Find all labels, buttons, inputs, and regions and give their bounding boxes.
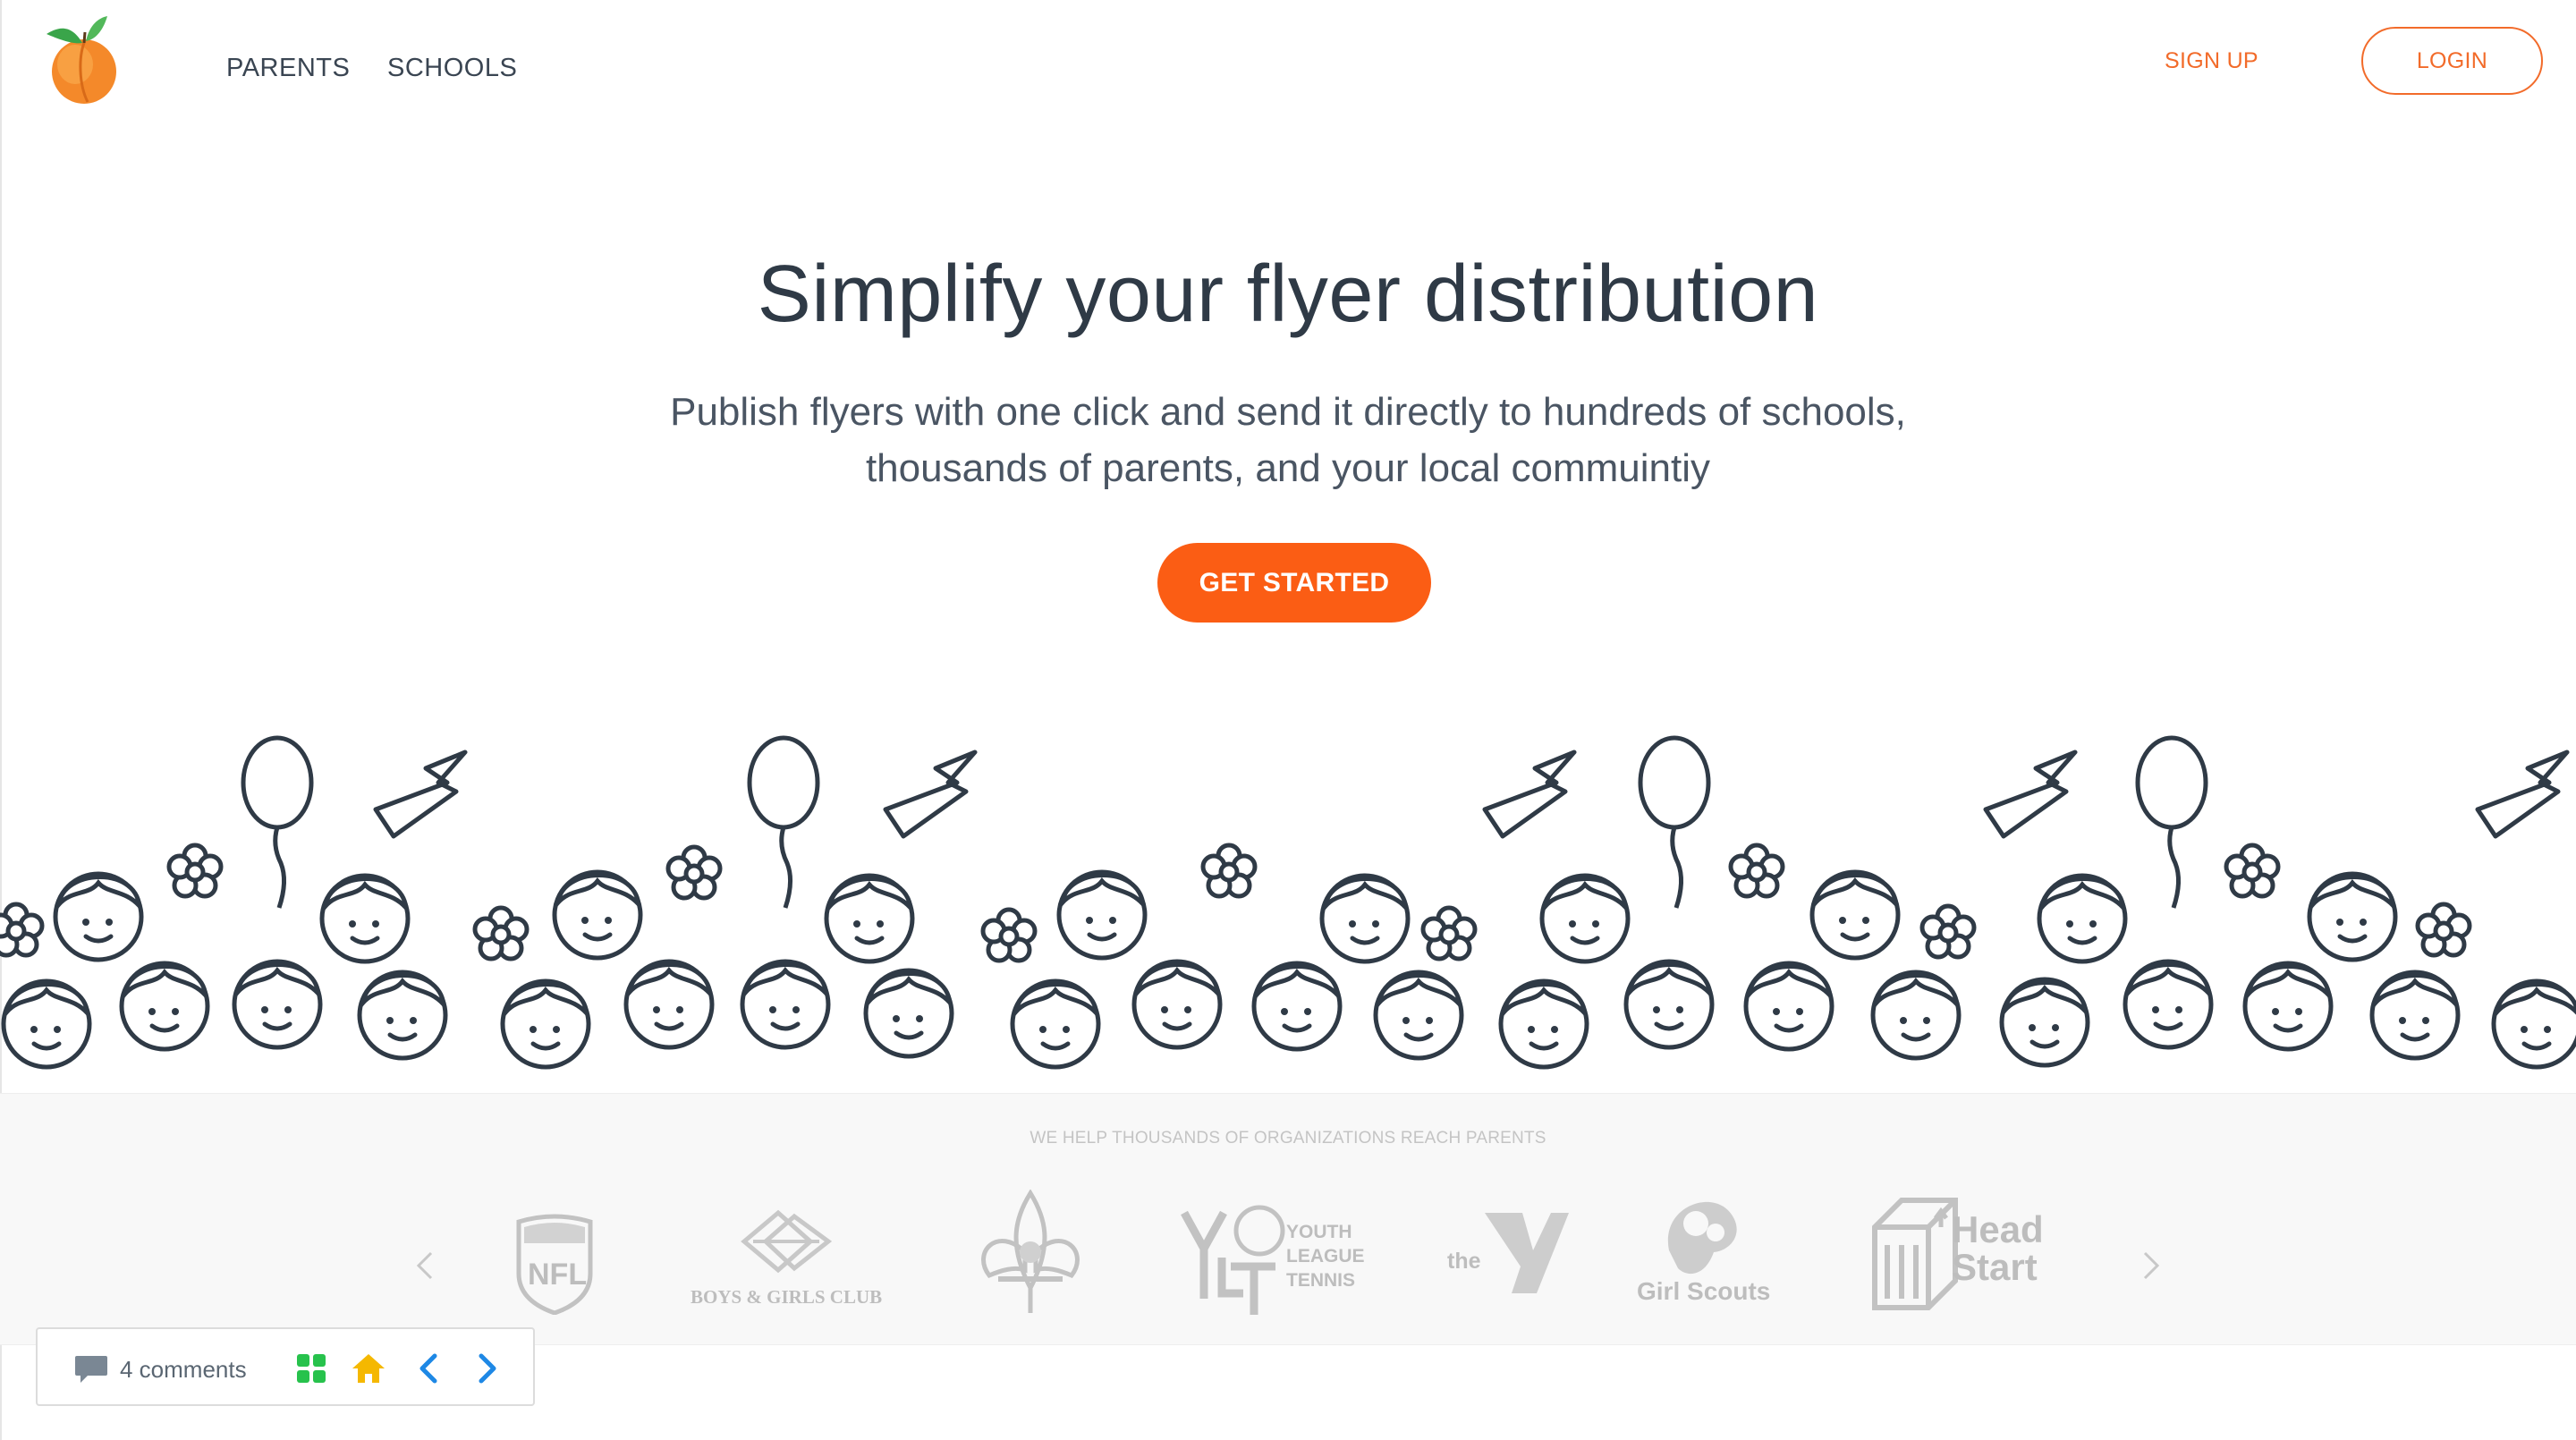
peach-logo-icon[interactable] — [43, 13, 125, 107]
org-logo-ymca: the — [1444, 1207, 1569, 1306]
hero-title: Simplify your flyer distribution — [757, 250, 1819, 339]
org-logo-boys-girls-club: BOYS & GIRLS CLUB — [689, 1206, 886, 1313]
login-button[interactable]: LOGIN — [2361, 27, 2543, 95]
kids-illustration — [0, 720, 2576, 1091]
organizations-caption: WE HELP THOUSANDS OF ORGANIZATIONS REACH… — [1030, 1129, 1546, 1148]
chevron-right-icon[interactable] — [2138, 1248, 2165, 1283]
org-logo-scouts — [971, 1189, 1089, 1317]
previous-page-icon[interactable] — [411, 1351, 447, 1386]
home-icon[interactable] — [351, 1351, 386, 1386]
get-started-button[interactable]: GET STARTED — [1157, 543, 1431, 623]
comments-count[interactable]: 4 comments — [120, 1356, 247, 1384]
grid-icon[interactable] — [293, 1351, 329, 1386]
chevron-left-icon[interactable] — [411, 1248, 438, 1283]
nav-schools-link[interactable]: SCHOOLS — [387, 54, 517, 83]
hero-subtitle-line-2: thousands of parents, and your local com… — [865, 446, 1711, 490]
org-logo-youth-league-tennis: YOUTH LEAGUE TENNIS — [1177, 1204, 1374, 1320]
org-logo-nfl: NFL — [513, 1211, 596, 1316]
org-logo-head-start: Head Start — [1866, 1191, 2072, 1311]
next-page-icon[interactable] — [469, 1351, 504, 1386]
nav-parents-link[interactable]: PARENTS — [226, 54, 350, 83]
comments-toolbar: 4 comments — [36, 1327, 535, 1406]
top-nav: PARENTS SCHOOLS SIGN UP LOGIN — [0, 0, 2576, 134]
hero-subtitle-line-1: Publish flyers with one click and send i… — [670, 390, 1906, 434]
org-logo-girl-scouts: Girl Scouts — [1633, 1188, 1791, 1313]
comment-bubble-icon[interactable] — [73, 1354, 109, 1385]
signup-link[interactable]: SIGN UP — [2165, 48, 2258, 74]
